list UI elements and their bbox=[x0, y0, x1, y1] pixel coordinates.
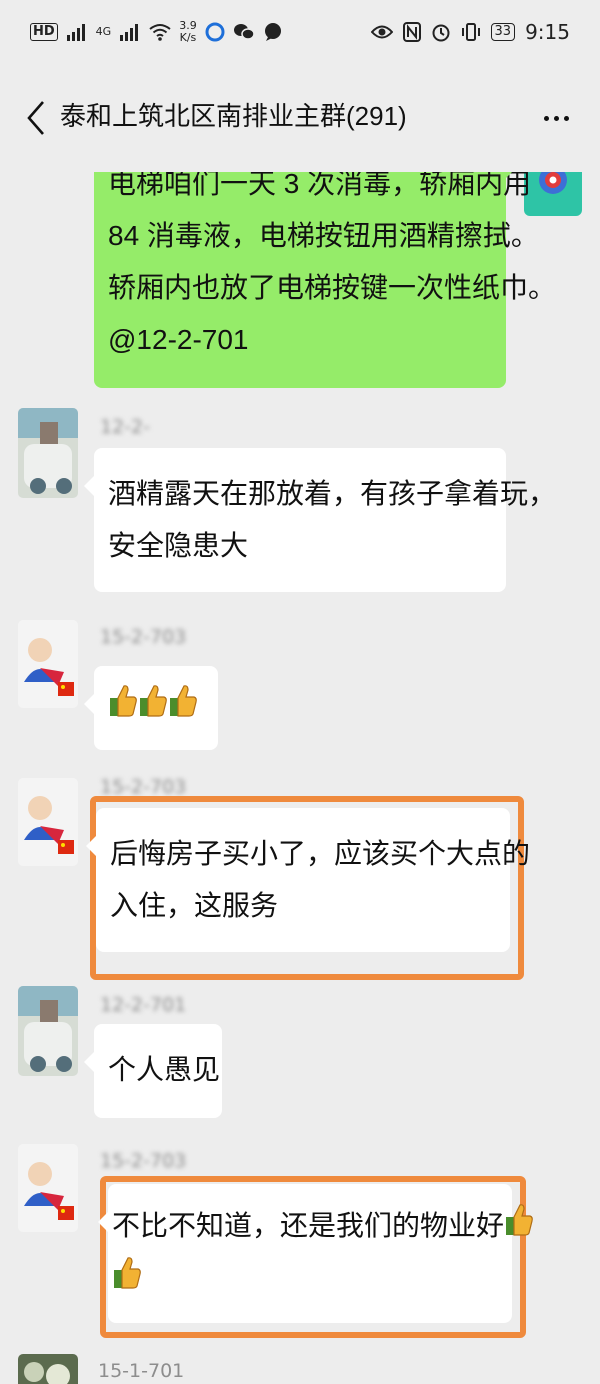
message-bubble-self[interactable]: 电梯咱们一天 3 次消毒，轿厢内用 84 消毒液，电梯按钮用酒精擦拭。 轿厢内也… bbox=[94, 172, 557, 388]
thumbs-up-icon bbox=[168, 684, 198, 734]
clock: 9:15 bbox=[525, 20, 570, 44]
chevron-left-icon bbox=[27, 101, 44, 135]
network-speed: 3.9 K/s bbox=[179, 20, 197, 44]
sender-avatar[interactable] bbox=[18, 1354, 78, 1384]
sender-nickname: 15-1-701 bbox=[98, 1360, 185, 1382]
wechat-icon bbox=[233, 22, 255, 42]
signal-icon-2 bbox=[119, 23, 141, 41]
message-bubble[interactable]: 酒精露天在那放着，有孩子拿着玩， 安全隐患大 bbox=[84, 448, 557, 592]
vibrate-icon bbox=[461, 22, 481, 42]
thumbs-up-icon bbox=[108, 684, 138, 734]
sender-avatar[interactable] bbox=[18, 778, 78, 866]
message-line: 轿厢内也放了电梯按键一次性纸巾。 bbox=[108, 272, 557, 303]
sender-nickname: 15-2-703 bbox=[100, 1150, 187, 1172]
chat-header: 泰和上筑北区南排业主群(291) bbox=[0, 64, 600, 172]
message-line: 个人愚见 bbox=[108, 1054, 221, 1085]
network-gen: 4G bbox=[95, 25, 112, 38]
dot-icon bbox=[553, 115, 559, 121]
sender-nickname: 15-2-703 bbox=[100, 626, 187, 648]
thumbs-up-icon bbox=[112, 1255, 142, 1307]
sender-avatar[interactable] bbox=[18, 620, 78, 708]
message-line: @12-2-701 bbox=[108, 324, 249, 355]
message-line: 入住，这服务 bbox=[110, 890, 279, 921]
sender-nickname: 12-2- bbox=[100, 416, 150, 438]
message-line bbox=[112, 1254, 504, 1308]
wifi-icon bbox=[149, 23, 171, 41]
alarm-icon bbox=[431, 22, 451, 42]
sender-avatar[interactable] bbox=[18, 986, 78, 1076]
message-bubble[interactable] bbox=[84, 666, 218, 750]
chat-title: 泰和上筑北区南排业主群(291) bbox=[60, 101, 407, 131]
message-icon bbox=[263, 22, 283, 42]
thumbs-up-icon bbox=[504, 1202, 534, 1254]
thumbs-up-icon bbox=[138, 684, 168, 734]
speed-unit: K/s bbox=[179, 31, 197, 44]
sender-nickname: 12-2-701 bbox=[100, 994, 187, 1016]
message-text: 不比不知道，还是我们的物业好 bbox=[112, 1210, 505, 1241]
message-bubble[interactable]: 个人愚见 bbox=[84, 1024, 222, 1118]
message-line: 后悔房子买小了，应该买个大点的 bbox=[110, 838, 531, 869]
sender-avatar[interactable] bbox=[18, 408, 78, 498]
back-button[interactable] bbox=[18, 94, 54, 142]
message-line: 84 消毒液，电梯按钮用酒精擦拭。 bbox=[108, 220, 539, 251]
self-avatar[interactable] bbox=[524, 172, 582, 216]
chat-message-list[interactable]: 电梯咱们一天 3 次消毒，轿厢内用 84 消毒液，电梯按钮用酒精擦拭。 轿厢内也… bbox=[0, 172, 600, 1384]
message-bubble[interactable]: 不比不知道，还是我们的物业好 bbox=[98, 1184, 533, 1324]
eye-icon bbox=[370, 24, 393, 40]
battery-indicator: 33 bbox=[490, 23, 516, 41]
message-line: 酒精露天在那放着，有孩子拿着玩， bbox=[108, 478, 557, 509]
signal-icon bbox=[66, 23, 88, 41]
dot-icon bbox=[563, 115, 569, 121]
sender-nickname: 15-2-703 bbox=[100, 776, 187, 798]
sender-avatar[interactable] bbox=[18, 1144, 78, 1232]
nfc-icon bbox=[402, 22, 421, 42]
message-line: 安全隐患大 bbox=[108, 530, 249, 561]
message-line: 不比不知道，还是我们的物业好 bbox=[112, 1200, 533, 1254]
status-bar: HD 4G 3.9 K/s 33 9:15 bbox=[0, 0, 600, 64]
dot-icon bbox=[543, 115, 549, 121]
message-line: 电梯咱们一天 3 次消毒，轿厢内用 bbox=[108, 172, 532, 199]
hd-indicator: HD bbox=[30, 23, 58, 41]
app-notification-icon bbox=[205, 22, 225, 42]
more-options-button[interactable] bbox=[536, 104, 576, 132]
message-bubble[interactable]: 后悔房子买小了，应该买个大点的 入住，这服务 bbox=[86, 808, 531, 952]
